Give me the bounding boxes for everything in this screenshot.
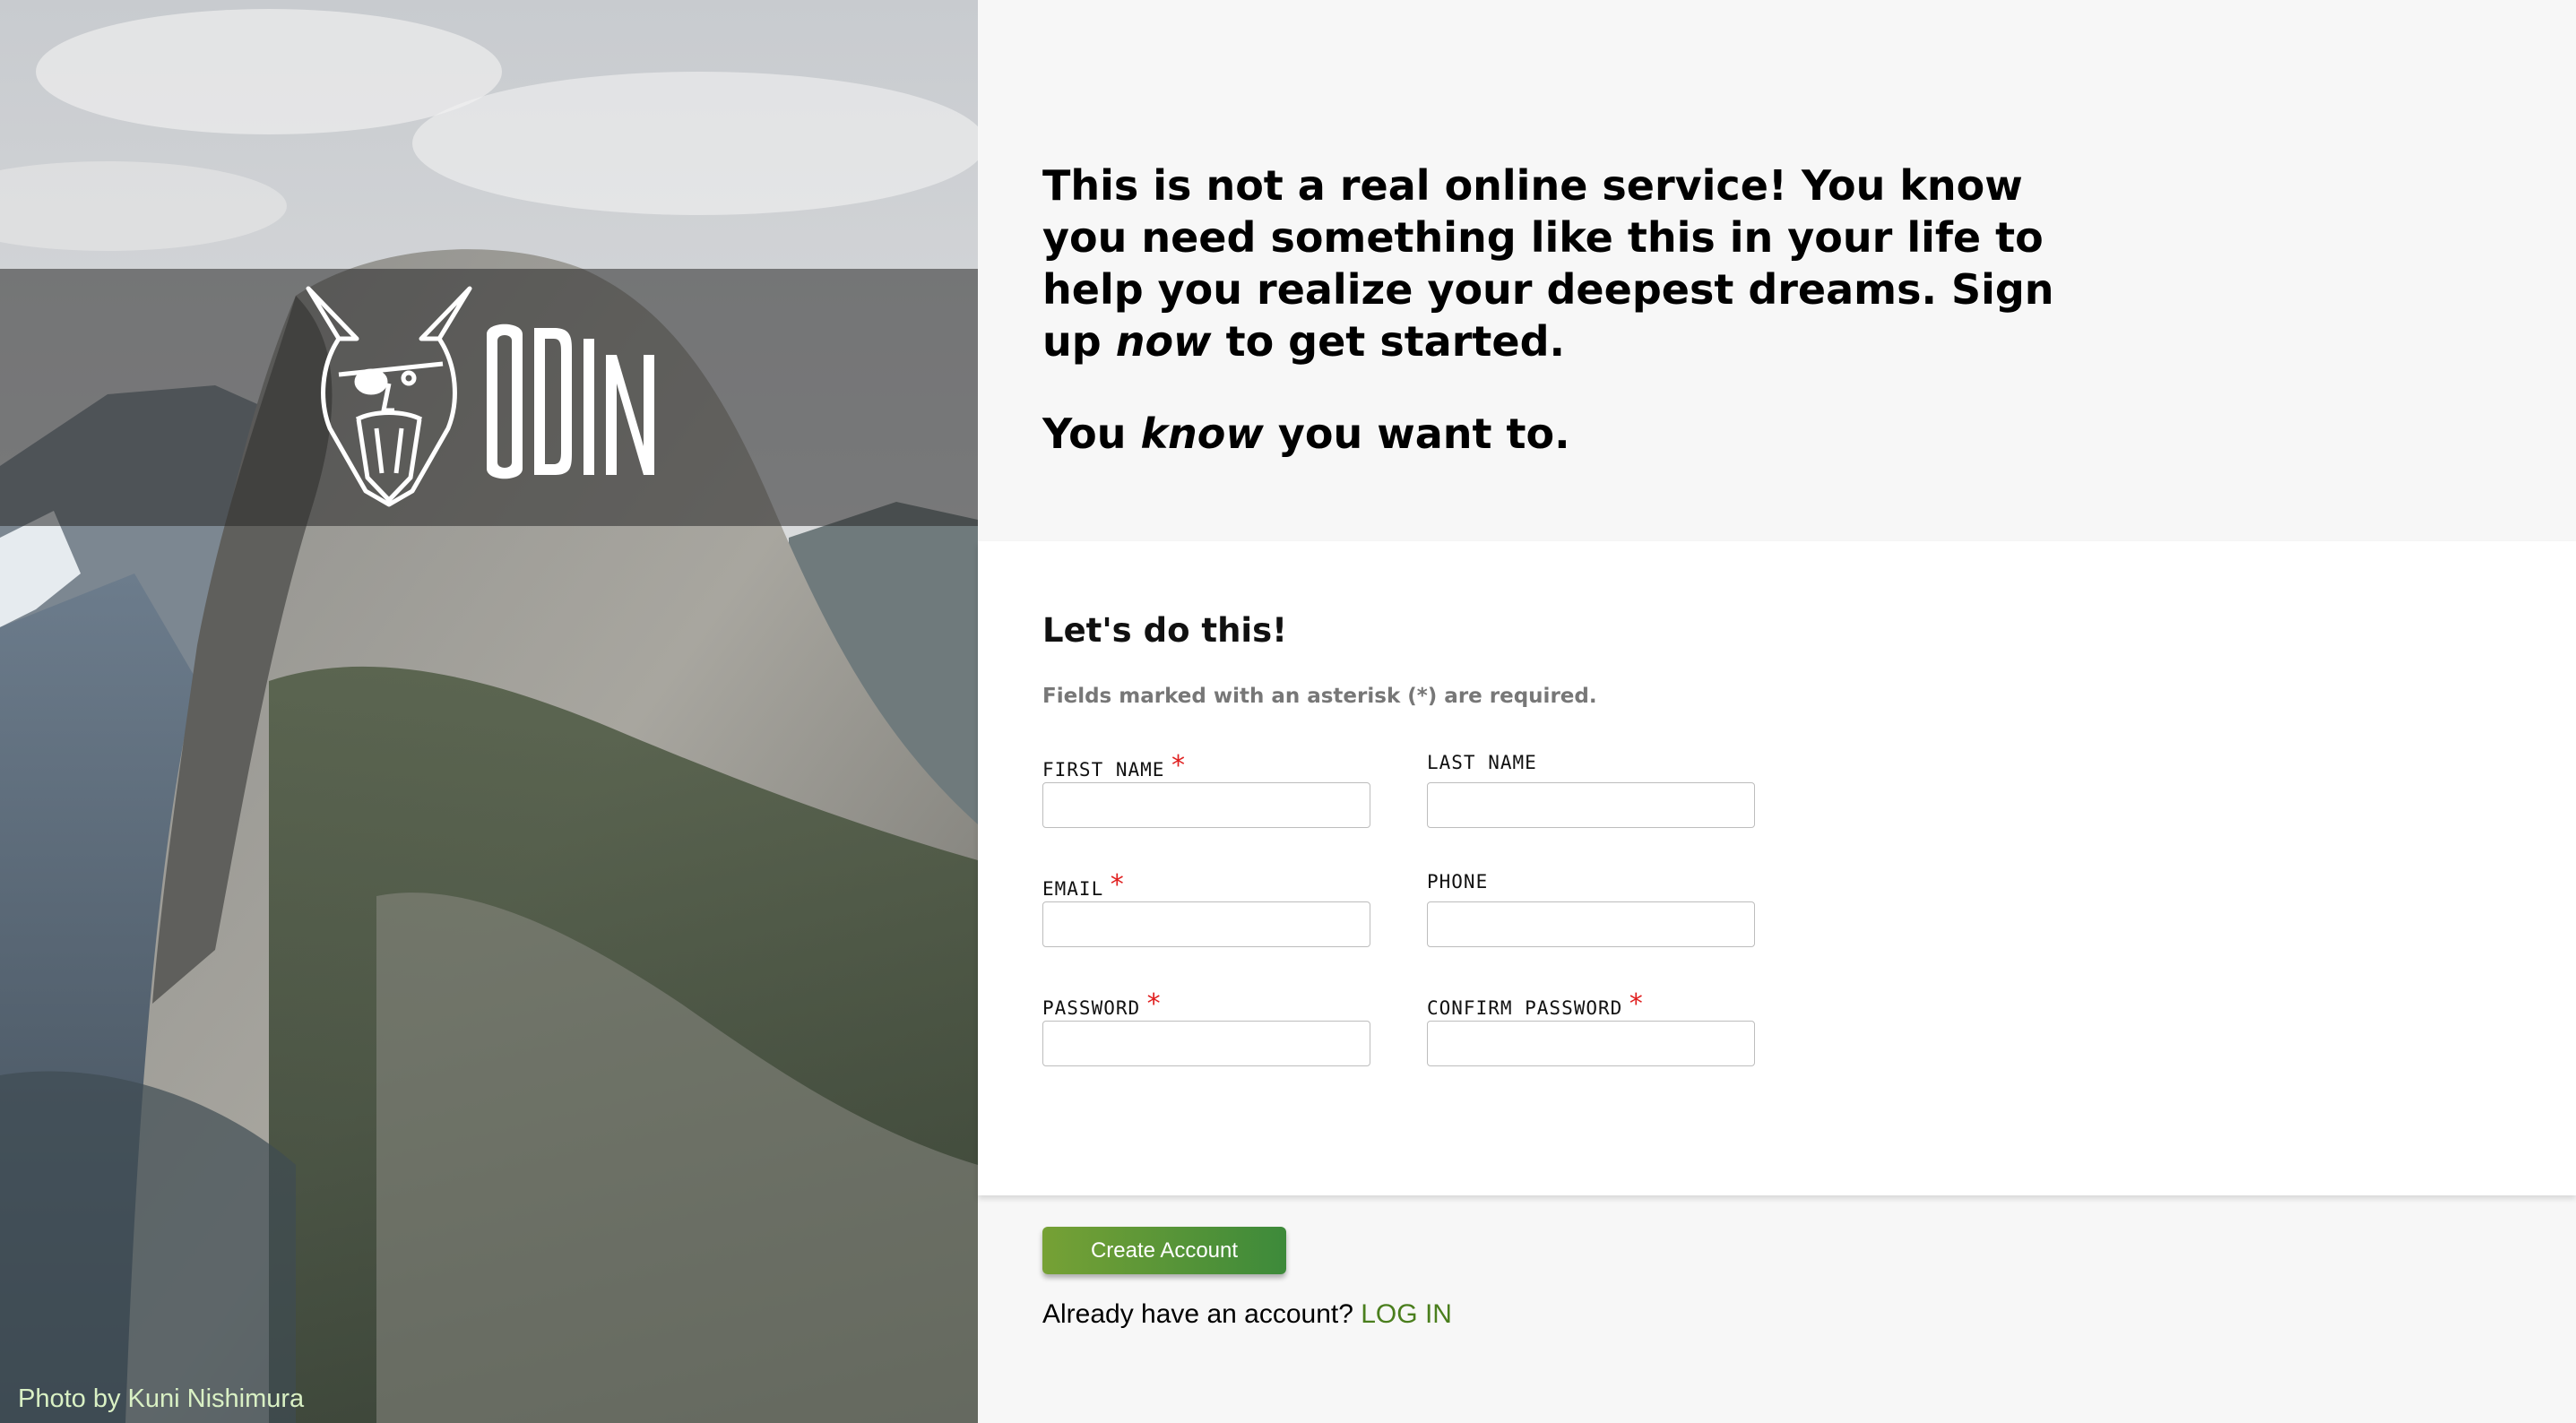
phone-label: PHONE [1427, 871, 1489, 893]
required-marker: * [1628, 988, 1646, 1020]
login-link[interactable]: LOG IN [1361, 1299, 1452, 1329]
intro-paragraph: This is not a real online service! You k… [1042, 160, 2118, 367]
first-name-label: FIRST NAME * [1042, 750, 1188, 781]
confirm-password-label: CONFIRM PASSWORD * [1427, 988, 1646, 1020]
hero-panel: Photo by Kuni Nishimura [0, 0, 978, 1423]
last-name-input[interactable] [1427, 782, 1755, 828]
intro-emphasis: now [1115, 317, 1212, 366]
tagline-part: You [1042, 410, 1141, 458]
intro-text: This is not a real online service! You k… [1042, 160, 2118, 460]
last-name-field: LAST NAME [1427, 752, 1755, 828]
form-actions: Create Account Already have an account? … [1042, 1227, 1452, 1330]
first-name-field: FIRST NAME * [1042, 750, 1370, 828]
create-account-button[interactable]: Create Account [1042, 1227, 1286, 1274]
last-name-label: LAST NAME [1427, 752, 1537, 773]
form-title: Let's do this! [1042, 611, 1287, 650]
mountain-photo [0, 0, 978, 1423]
password-input[interactable] [1042, 1021, 1370, 1066]
signup-page: Photo by Kuni Nishimura This is not a re… [0, 0, 2576, 1423]
required-note: Fields marked with an asterisk (*) are r… [1042, 685, 1597, 708]
intro-text-part: to get started. [1211, 317, 1565, 366]
first-name-input[interactable] [1042, 782, 1370, 828]
required-marker: * [1170, 750, 1188, 781]
intro-tagline: You know you want to. [1042, 408, 2118, 460]
confirm-password-input[interactable] [1427, 1021, 1755, 1066]
confirm-password-field: CONFIRM PASSWORD * [1427, 988, 1755, 1066]
tagline-emphasis: know [1140, 410, 1264, 458]
content-panel: This is not a real online service! You k… [978, 0, 2576, 1423]
email-label: EMAIL * [1042, 869, 1127, 901]
signup-form: Let's do this! Fields marked with an ast… [978, 541, 2576, 1195]
phone-field: PHONE [1427, 871, 1755, 947]
odin-logo [306, 286, 654, 507]
password-label: PASSWORD * [1042, 988, 1163, 1020]
email-field: EMAIL * [1042, 869, 1370, 947]
required-marker: * [1145, 988, 1163, 1020]
login-prompt: Already have an account? LOG IN [1042, 1299, 1452, 1330]
photo-credit: Photo by Kuni Nishimura [18, 1384, 305, 1413]
tagline-part: you want to. [1263, 410, 1570, 458]
email-input[interactable] [1042, 901, 1370, 947]
login-prompt-text: Already have an account? [1042, 1299, 1361, 1329]
password-field: PASSWORD * [1042, 988, 1370, 1066]
phone-input[interactable] [1427, 901, 1755, 947]
required-marker: * [1109, 869, 1127, 901]
